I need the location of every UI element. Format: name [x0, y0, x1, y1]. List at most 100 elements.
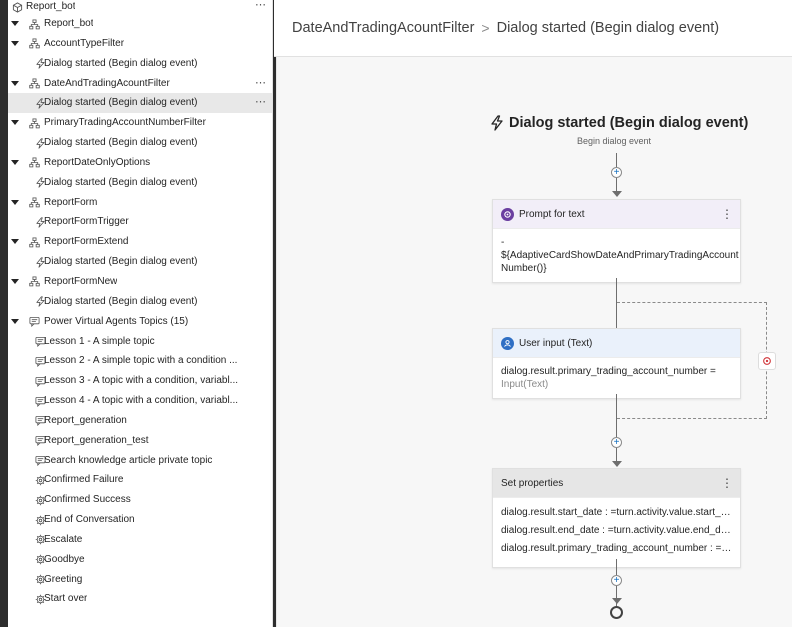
- breadcrumb-current: Dialog started (Begin dialog event): [496, 20, 720, 36]
- tree-item[interactable]: ReportFormTrigger: [8, 212, 272, 232]
- property-assignment: dialog.result.end_date : =turn.activity.…: [501, 525, 732, 536]
- prompt-node-title: Prompt for text: [519, 208, 585, 220]
- tree-item-label: Lesson 4 - A topic with a condition, var…: [44, 395, 238, 407]
- tree-item[interactable]: ReportFormExtend: [8, 232, 272, 252]
- tree-item[interactable]: Dialog started (Begin dialog event) ⋯: [8, 93, 272, 114]
- topic-tree-icon: [28, 18, 40, 30]
- tree-item[interactable]: Report_generation: [8, 411, 272, 431]
- tree-item[interactable]: PrimaryTradingAccountNumberFilter: [8, 113, 272, 133]
- tree-item-label: Lesson 3 - A topic with a condition, var…: [44, 375, 238, 387]
- user-input-node[interactable]: User input (Text) dialog.result.primary_…: [492, 328, 741, 399]
- tree-item-label: PrimaryTradingAccountNumberFilter: [44, 117, 206, 129]
- breadcrumb-parent[interactable]: DateAndTradingAcountFilter: [292, 20, 474, 36]
- prompt-body-line: -: [501, 237, 505, 248]
- prompt-node[interactable]: Prompt for text ⋮ - ${AdaptiveCardShowDa…: [492, 199, 741, 283]
- chevron-down-icon[interactable]: [10, 39, 20, 49]
- tree-item-label: AccountTypeFilter: [44, 37, 125, 49]
- tree-item[interactable]: Report_bot ⋯: [8, 0, 272, 14]
- tree-item-label: Confirmed Success: [44, 494, 131, 506]
- topic-tree-icon: [28, 117, 40, 129]
- dialog-canvas[interactable]: Dialog started (Begin dialog event) Begi…: [276, 57, 792, 627]
- tree-item-label: Greeting: [44, 573, 83, 585]
- tree-item[interactable]: End of Conversation: [8, 510, 272, 530]
- tree-item[interactable]: Search knowledge article private topic: [8, 451, 272, 471]
- set-properties-node[interactable]: Set properties ⋮ dialog.result.start_dat…: [492, 468, 741, 568]
- tree-item[interactable]: Lesson 3 - A topic with a condition, var…: [8, 371, 272, 391]
- connector-arrow: [612, 461, 622, 467]
- tree-item[interactable]: Greeting: [8, 570, 272, 590]
- trigger-subtitle: Begin dialog event: [577, 136, 652, 146]
- tree-item[interactable]: DateAndTradingAcountFilter ⋯: [8, 74, 272, 94]
- tree-item[interactable]: Lesson 1 - A simple topic: [8, 332, 272, 352]
- tree-item[interactable]: Report_bot: [8, 14, 272, 34]
- topic-tree-icon: [28, 276, 40, 288]
- more-options-icon[interactable]: ⋯: [255, 0, 266, 11]
- tree-item[interactable]: ReportDateOnlyOptions: [8, 153, 272, 173]
- add-node-button[interactable]: +: [611, 575, 622, 586]
- tree-item-label: Start over: [44, 593, 88, 605]
- chevron-down-icon[interactable]: [10, 19, 20, 29]
- topic-tree-sidebar: Report_bot ⋯ Report_bot AccountTypeFilter Di…: [8, 0, 273, 627]
- tree-item-label: Search knowledge article private topic: [44, 454, 213, 466]
- add-node-button[interactable]: +: [611, 437, 622, 448]
- chevron-down-icon[interactable]: [10, 237, 20, 247]
- tree-item[interactable]: Dialog started (Begin dialog event): [8, 292, 272, 312]
- tree-item-label: Dialog started (Begin dialog event): [44, 137, 198, 149]
- redo-loop-button[interactable]: [758, 352, 776, 370]
- tree-item[interactable]: Lesson 2 - A simple topic with a conditi…: [8, 351, 272, 371]
- tree-item-label: Dialog started (Begin dialog event): [44, 295, 198, 307]
- tree-item[interactable]: Dialog started (Begin dialog event): [8, 54, 272, 74]
- node-menu-icon[interactable]: ⋮: [721, 476, 733, 490]
- tree-item[interactable]: AccountTypeFilter: [8, 34, 272, 54]
- tree-item[interactable]: Report_generation_test: [8, 431, 272, 451]
- user-input-node-header: User input (Text): [493, 329, 740, 357]
- tree-item-label: DateAndTradingAcountFilter: [44, 77, 170, 89]
- input-variable: dialog.result.primary_trading_account_nu…: [501, 366, 716, 377]
- prompt-body-line: Number()}: [501, 263, 547, 274]
- tree-item[interactable]: Goodbye: [8, 550, 272, 570]
- set-properties-node-header: Set properties ⋮: [493, 469, 740, 497]
- tree-item[interactable]: Confirmed Success: [8, 490, 272, 510]
- tree-item-label: ReportFormNew: [44, 275, 118, 287]
- chevron-down-icon[interactable]: [10, 79, 20, 89]
- tree-item[interactable]: Dialog started (Begin dialog event): [8, 133, 272, 153]
- tree-item[interactable]: Power Virtual Agents Topics (15): [8, 312, 272, 332]
- tree-item[interactable]: Lesson 4 - A topic with a condition, var…: [8, 391, 272, 411]
- topic-tree-icon: [28, 236, 40, 248]
- prompt-node-header: Prompt for text ⋮: [493, 200, 740, 228]
- set-properties-title: Set properties: [501, 477, 564, 489]
- breadcrumb: DateAndTradingAcountFilter > Dialog star…: [274, 0, 792, 57]
- tree-item-label: Power Virtual Agents Topics (15): [44, 315, 189, 327]
- tree-item-label: Dialog started (Begin dialog event): [44, 256, 198, 268]
- tree-item[interactable]: Confirmed Failure: [8, 470, 272, 490]
- chevron-down-icon[interactable]: [10, 317, 20, 327]
- tree-item[interactable]: Start over: [8, 589, 272, 609]
- lightning-icon: [491, 115, 503, 131]
- tree-item-label: Report_bot: [44, 18, 94, 29]
- tree-item[interactable]: Dialog started (Begin dialog event): [8, 252, 272, 272]
- tree-item-label: Report_generation_test: [44, 434, 149, 446]
- topic-tree-icon: [28, 78, 40, 90]
- tree-item[interactable]: Escalate: [8, 530, 272, 550]
- chevron-down-icon[interactable]: [10, 118, 20, 128]
- input-type: Input(Text): [501, 379, 549, 390]
- add-node-button[interactable]: +: [611, 167, 622, 178]
- more-options-icon[interactable]: ⋯: [255, 95, 266, 108]
- tree-item-label: Lesson 1 - A simple topic: [44, 335, 155, 347]
- topic-tree-icon: [28, 197, 40, 209]
- chevron-down-icon[interactable]: [10, 277, 20, 287]
- tree-item[interactable]: Dialog started (Begin dialog event): [8, 173, 272, 193]
- tree-item-label: Dialog started (Begin dialog event): [44, 57, 198, 69]
- property-assignment: dialog.result.start_date : =turn.activit…: [501, 507, 732, 518]
- person-icon: [501, 336, 514, 350]
- tree-item[interactable]: ReportFormNew: [8, 272, 272, 292]
- node-menu-icon[interactable]: ⋮: [721, 207, 733, 221]
- tree-item-label: Dialog started (Begin dialog event): [44, 97, 198, 109]
- chevron-down-icon[interactable]: [10, 158, 20, 168]
- more-options-icon[interactable]: ⋯: [255, 76, 266, 89]
- tree-item-label: ReportFormTrigger: [44, 216, 129, 228]
- chevron-down-icon[interactable]: [10, 198, 20, 208]
- tree-item[interactable]: ReportForm: [8, 193, 272, 213]
- tree-item-label: End of Conversation: [44, 514, 135, 526]
- prompt-body-line: ${AdaptiveCardShowDateAndPrimaryTradingA…: [501, 250, 739, 261]
